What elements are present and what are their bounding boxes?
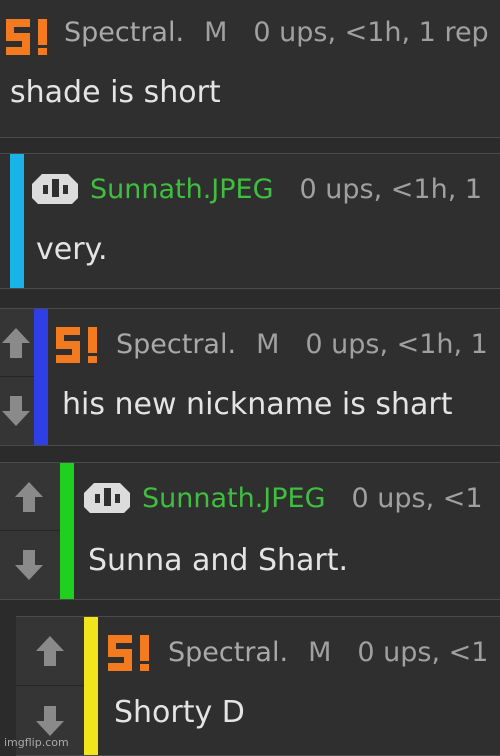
- up-arrow-icon: [1, 326, 31, 360]
- comment-text: his new nickname is shart: [62, 387, 453, 422]
- username[interactable]: Spectral.: [116, 329, 236, 360]
- comment-5: Spectral. M 0 ups, <1 Shorty D: [16, 616, 500, 756]
- comment-text: very.: [36, 232, 108, 267]
- spectral-logo-icon[interactable]: [4, 17, 60, 57]
- mod-badge: M: [256, 329, 280, 360]
- sunnath-avatar-icon[interactable]: [80, 477, 134, 515]
- upvote-button[interactable]: [0, 463, 60, 531]
- comment-stats: 0 ups, <1: [357, 637, 489, 668]
- vote-column: [0, 309, 34, 445]
- thread-depth-bar: [34, 309, 48, 445]
- downvote-button[interactable]: [0, 377, 34, 445]
- comment-meta: Spectral. M 0 ups, <1h, 1: [116, 323, 488, 367]
- down-arrow-icon: [1, 394, 31, 428]
- comment-1: Spectral. M 0 ups, <1h, 1 rep shade is sho…: [0, 0, 500, 138]
- thread-depth-bar: [60, 463, 74, 599]
- mod-badge: M: [204, 17, 228, 48]
- comment-3: Spectral. M 0 ups, <1h, 1 his new nickname…: [0, 308, 500, 446]
- comment-text: shade is short: [10, 75, 221, 110]
- mod-badge: M: [308, 637, 332, 668]
- vote-column: [16, 617, 84, 755]
- username[interactable]: Spectral.: [168, 637, 288, 668]
- comment-meta: Sunnath.JPEG 0 ups, <1h, 1: [90, 168, 482, 212]
- thread-depth-bar: [10, 154, 24, 288]
- spectral-logo-icon[interactable]: [54, 325, 110, 365]
- upvote-button[interactable]: [0, 309, 34, 377]
- comment-meta: Spectral. M 0 ups, <1: [168, 631, 488, 675]
- sunnath-avatar-icon[interactable]: [28, 168, 82, 206]
- up-arrow-icon: [35, 634, 65, 668]
- comment-2: Sunnath.JPEG 0 ups, <1h, 1 very.: [0, 153, 500, 289]
- spectral-logo-icon[interactable]: [106, 633, 162, 673]
- comment-stats: 0 ups, <1: [351, 483, 483, 514]
- comment-stats: 0 ups, <1h, 1 rep: [253, 17, 489, 48]
- username[interactable]: Sunnath.JPEG: [90, 174, 274, 205]
- thread-depth-bar: [84, 617, 98, 755]
- down-arrow-icon: [14, 548, 44, 582]
- username[interactable]: Sunnath.JPEG: [142, 483, 326, 514]
- imgflip-watermark: imgflip.com: [4, 736, 69, 749]
- comment-text: Sunna and Shart.: [88, 543, 349, 578]
- comment-stats: 0 ups, <1h, 1: [299, 174, 483, 205]
- comment-stats: 0 ups, <1h, 1: [305, 329, 488, 360]
- comment-4: Sunnath.JPEG 0 ups, <1 Sunna and Shart.: [0, 462, 500, 600]
- vote-column: [0, 463, 60, 599]
- down-arrow-icon: [35, 704, 65, 738]
- up-arrow-icon: [14, 480, 44, 514]
- comment-meta: Spectral. M 0 ups, <1h, 1 rep: [64, 11, 489, 55]
- downvote-button[interactable]: [0, 531, 60, 599]
- comment-meta: Sunnath.JPEG 0 ups, <1: [142, 477, 483, 521]
- upvote-button[interactable]: [16, 617, 84, 686]
- comment-text: Shorty D: [114, 695, 245, 730]
- username[interactable]: Spectral.: [64, 17, 184, 48]
